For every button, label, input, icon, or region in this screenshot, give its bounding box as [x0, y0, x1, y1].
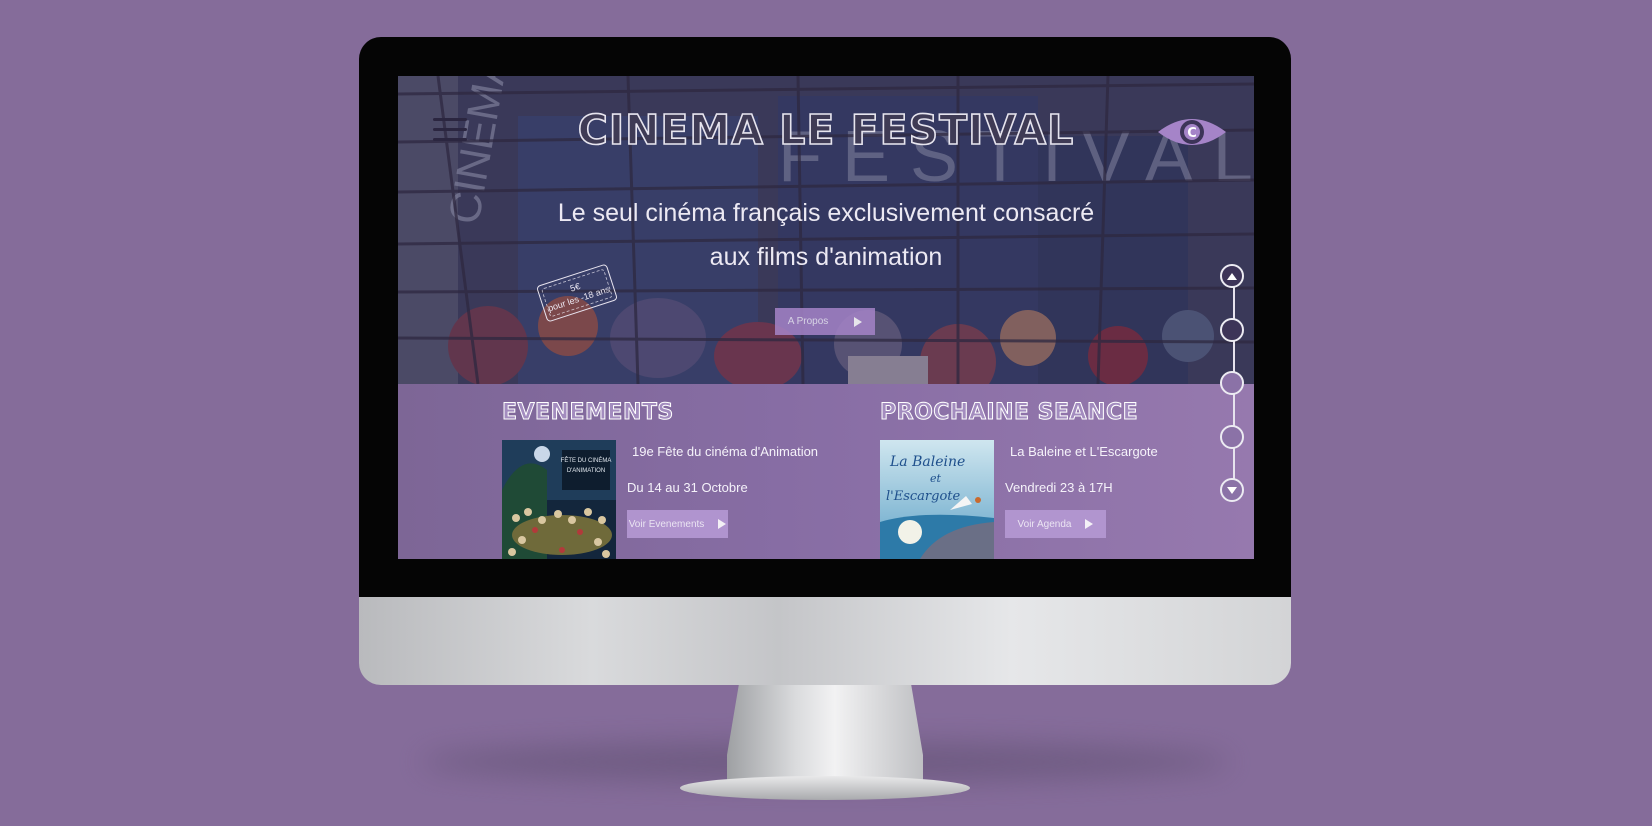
poster-title-2: et [930, 472, 942, 485]
event-date: Du 14 au 31 Octobre [627, 480, 748, 495]
tagline: Le seul cinéma français exclusivement co… [398, 191, 1254, 279]
play-arrow-icon [854, 316, 863, 327]
voir-evenements-button[interactable]: Voir Evenements [627, 510, 728, 538]
poster-title-3: l'Escargote [886, 489, 961, 504]
next-session-column: PROCHAINE SEANCE La Baleine et l'Escargo… [879, 384, 1210, 559]
session-title: La Baleine et L'Escargote [1010, 444, 1158, 459]
scroll-down-button[interactable] [1220, 478, 1244, 502]
tagline-line-1: Le seul cinéma français exclusivement co… [557, 199, 1095, 227]
svg-text:FÊTE DU CINÉMA: FÊTE DU CINÉMA [561, 456, 612, 464]
nav-dot-1[interactable] [1220, 318, 1244, 342]
poster-title-1: La Baleine [889, 454, 965, 470]
voir-agenda-button[interactable]: Voir Agenda [1005, 510, 1106, 538]
scroll-up-button[interactable] [1220, 264, 1244, 288]
arrow-up-icon [1227, 272, 1237, 280]
events-poster-image[interactable]: FÊTE DU CINÉMA D'ANIMATION [502, 440, 616, 559]
monitor-stand [727, 685, 923, 785]
arrow-down-icon [1227, 486, 1237, 494]
svg-text:D'ANIMATION: D'ANIMATION [567, 468, 605, 474]
hero-section: CINEMA FESTIVAL CINEMA LE FESTIVAL C Le … [398, 76, 1254, 384]
svg-text:C: C [1187, 126, 1197, 141]
monitor-foot [680, 776, 970, 800]
nav-dot-2[interactable] [1220, 371, 1244, 395]
next-session-poster-image[interactable]: La Baleine et l'Escargote [880, 440, 994, 559]
eye-logo-icon[interactable]: C [1156, 112, 1228, 152]
website-screen: CINEMA FESTIVAL CINEMA LE FESTIVAL C Le … [398, 76, 1254, 559]
event-title: 19e Fête du cinéma d'Animation [632, 444, 819, 459]
voir-agenda-label: Voir Agenda [1017, 518, 1072, 530]
info-section: EVENEMENTS FÊTE DU CINÉMA D'ANIMATION 19… [398, 384, 1254, 559]
apropos-label: A Propos [787, 316, 829, 327]
site-title: CINEMA LE FESTIVAL [577, 105, 1075, 155]
events-heading: EVENEMENTS [502, 400, 674, 426]
play-arrow-icon [1085, 519, 1094, 529]
nav-dot-3[interactable] [1220, 425, 1244, 449]
next-session-heading: PROCHAINE SEANCE [879, 400, 1139, 426]
play-arrow-icon [718, 519, 727, 529]
tagline-line-2: aux films d'animation [709, 243, 943, 271]
session-date: Vendredi 23 à 17H [1005, 480, 1113, 495]
voir-evenements-label: Voir Evenements [628, 518, 705, 530]
events-column: EVENEMENTS FÊTE DU CINÉMA D'ANIMATION 19… [502, 384, 832, 559]
monitor-chin [359, 597, 1291, 685]
apropos-button[interactable]: A Propos [775, 308, 875, 335]
